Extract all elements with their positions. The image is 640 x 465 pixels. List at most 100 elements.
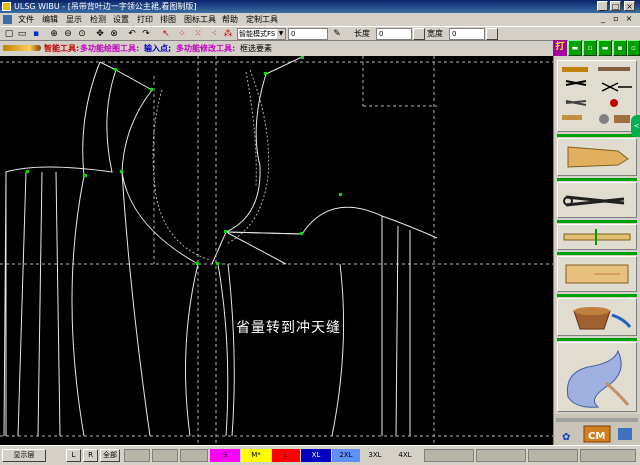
mdi-minimize-button[interactable]: _: [598, 14, 608, 24]
small-tools-icons: [562, 67, 632, 124]
center-panel-seam: [71, 61, 101, 437]
drawing-canvas[interactable]: 省量转到冲天缝: [0, 56, 553, 445]
status-cell: [476, 449, 526, 462]
menu-bar: 文件 编辑 显示 检测 设置 打印 排图 图标工具 帮助 定制工具 _ ▫ ×: [0, 13, 640, 26]
size-swatch-m[interactable]: M*: [241, 449, 271, 462]
redo-icon[interactable]: ↷: [140, 28, 152, 40]
value-field[interactable]: 0: [288, 28, 328, 40]
control-point: [224, 230, 227, 233]
dashed-curve: [225, 69, 270, 245]
pencil-icon: [3, 45, 41, 51]
minimize-button[interactable]: _: [597, 1, 608, 11]
tape-tool-icon: [562, 115, 582, 120]
right-panel-left-seam: [217, 263, 229, 437]
cutter-tool-icon: [565, 100, 587, 106]
undo-icon[interactable]: ↶: [126, 28, 138, 40]
pattern-drawing: [0, 56, 553, 445]
menu-view[interactable]: 显示: [66, 14, 82, 25]
mdi-restore-button[interactable]: ▫: [611, 14, 621, 24]
point-delete-icon[interactable]: ⁂: [222, 28, 234, 40]
smart-mode-select[interactable]: 智能模式FS ▼: [237, 28, 286, 40]
dashed-curve: [152, 89, 211, 261]
width-lock-button[interactable]: [486, 28, 498, 40]
control-point: [339, 193, 342, 196]
zoom-window-icon[interactable]: ⊗: [108, 28, 120, 40]
menu-custom-tools[interactable]: 定制工具: [246, 14, 278, 25]
width-field[interactable]: 0: [449, 28, 485, 40]
menu-help[interactable]: 帮助: [222, 14, 238, 25]
control-point: [26, 170, 29, 173]
center-panel-side: [121, 171, 151, 437]
menu-check[interactable]: 检测: [90, 14, 106, 25]
save-icon[interactable]: ▪: [30, 28, 42, 40]
width-label: 宽度: [427, 29, 443, 38]
scissors-tool-button[interactable]: [557, 182, 637, 218]
pattern-block-button[interactable]: [557, 256, 637, 292]
bucket-icon: [573, 307, 632, 330]
left-panel-outline: [5, 61, 117, 436]
smart-tool-label: 智能工具:: [44, 44, 80, 53]
ruler-icon: [563, 229, 631, 245]
size-swatch-3xl[interactable]: 3XL: [361, 449, 389, 462]
menu-file[interactable]: 文件: [18, 14, 34, 25]
point-move-icon[interactable]: ⁖: [208, 28, 220, 40]
zoom-in-icon[interactable]: ⊕: [48, 28, 60, 40]
chevron-down-icon: ▼: [277, 29, 285, 39]
menu-print[interactable]: 打印: [137, 14, 153, 25]
center-panel-hem-side: [185, 263, 199, 437]
right-layer-button[interactable]: R: [83, 449, 98, 462]
curve-ruler-button[interactable]: [557, 342, 637, 412]
pattern-block-icon: [565, 264, 629, 284]
side-tab-toggle[interactable]: <: [631, 115, 640, 137]
window-title: ULSG WIBU - [吊带背叶边一字领公主裙,看图制版]: [14, 2, 197, 11]
measure-tool-icon[interactable]: ✎: [331, 28, 343, 40]
length-field[interactable]: 0: [376, 28, 412, 40]
length-lock-button[interactable]: [413, 28, 425, 40]
green-tool-button-3[interactable]: ▬: [598, 40, 612, 56]
display-layer-button[interactable]: 显示层: [2, 449, 46, 462]
point-edit-icon[interactable]: ⁙: [192, 28, 204, 40]
left-layer-button[interactable]: L: [66, 449, 81, 462]
bucket-tool-button[interactable]: [557, 298, 637, 336]
zoom-out-icon[interactable]: ⊖: [62, 28, 74, 40]
point-tool-icon[interactable]: ⁘: [176, 28, 188, 40]
toolbar: ▢ ▭ ▪ ⊕ ⊖ ⊙ ✥ ⊗ ↶ ↷ ↖ ⁘ ⁙ ⁖ ⁂ 智能模式FS ▼ 0…: [0, 26, 640, 41]
pattern-tool-button[interactable]: [557, 138, 637, 176]
green-tool-button-4[interactable]: ▪: [613, 40, 627, 56]
zoom-fit-icon[interactable]: ⊙: [76, 28, 88, 40]
all-layers-button[interactable]: 全部: [100, 449, 120, 462]
size-swatch-xl[interactable]: XL: [301, 449, 331, 462]
close-button[interactable]: ×: [624, 1, 635, 11]
green-tool-button-2[interactable]: ▫: [583, 40, 597, 56]
new-file-icon[interactable]: ▢: [3, 28, 15, 40]
smart-mode-value: 智能模式FS: [239, 30, 276, 38]
pan-icon[interactable]: ✥: [94, 28, 106, 40]
size-swatch-2xl[interactable]: 2XL: [332, 449, 360, 462]
left-panel-dart: [17, 171, 27, 437]
ruler-tool-button[interactable]: [557, 224, 637, 250]
green-tool-button-5[interactable]: ▫: [627, 40, 640, 56]
tool-panel: ✿ CM: [553, 56, 640, 445]
status-cell: [180, 449, 208, 462]
control-point: [114, 68, 117, 71]
mdi-close-button[interactable]: ×: [624, 14, 634, 24]
control-point: [216, 262, 219, 265]
magenta-tool-button[interactable]: 打: [553, 40, 567, 56]
status-cell: [528, 449, 578, 462]
open-file-icon[interactable]: ▭: [16, 28, 28, 40]
pattern-lines: [3, 56, 438, 437]
size-swatch-4xl[interactable]: 4XL: [390, 449, 420, 462]
right-panel-dart-leg: [225, 231, 287, 265]
size-swatch-l[interactable]: L: [272, 449, 300, 462]
menu-icon-tools[interactable]: 图标工具: [184, 14, 216, 25]
compass-tool-icon: [601, 82, 632, 92]
menu-settings[interactable]: 设置: [113, 14, 129, 25]
left-panel-dart: [55, 171, 61, 437]
green-tool-button-1[interactable]: ▬: [568, 40, 582, 56]
maximize-button[interactable]: □: [610, 1, 621, 11]
menu-edit[interactable]: 编辑: [42, 14, 58, 25]
menu-layout[interactable]: 排图: [160, 14, 176, 25]
big-scissors-icon: [563, 195, 625, 207]
size-swatch-s[interactable]: S: [210, 449, 240, 462]
select-arrow-icon[interactable]: ↖: [160, 28, 172, 40]
